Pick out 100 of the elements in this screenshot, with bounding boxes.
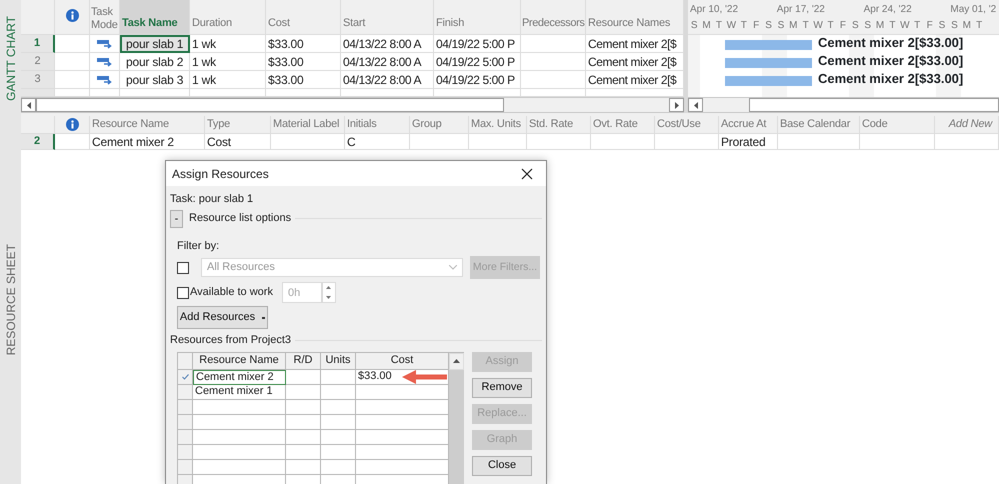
add-resources-button[interactable]: Add Resources: [177, 306, 268, 329]
view-tab[interactable]: RESOURCE SHEET: [2, 244, 20, 356]
table-cell[interactable]: [286, 370, 321, 384]
collapse-button[interactable]: -: [170, 210, 183, 228]
header-cell[interactable]: [21, 116, 55, 134]
table-cell[interactable]: [193, 460, 286, 474]
horizontal-scrollbar[interactable]: [688, 97, 999, 113]
column-header[interactable]: Type: [205, 116, 271, 134]
table-cell[interactable]: [321, 384, 356, 400]
table-cell[interactable]: 04/13/22 8:00 A: [341, 71, 434, 89]
table-cell[interactable]: [55, 71, 90, 89]
table-cell[interactable]: [655, 134, 719, 150]
column-header[interactable]: Cost/Use: [655, 116, 719, 134]
table-cell[interactable]: C: [345, 134, 410, 150]
table-cell[interactable]: Cement mixer 2: [90, 134, 205, 150]
table-cell[interactable]: [271, 134, 345, 150]
table-cell[interactable]: [321, 400, 356, 414]
header-cell[interactable]: [55, 0, 90, 35]
table-cell[interactable]: 1 wk: [190, 53, 266, 71]
table-cell[interactable]: [193, 430, 286, 444]
table-cell[interactable]: pour slab 3: [120, 71, 190, 89]
table-cell[interactable]: pour slab 1: [120, 35, 190, 53]
column-header[interactable]: Group: [410, 116, 469, 134]
table-cell[interactable]: [860, 134, 935, 150]
column-header[interactable]: Max. Units: [469, 116, 527, 134]
column-header[interactable]: Start: [341, 0, 434, 35]
column-header[interactable]: Base Calendar: [778, 116, 860, 134]
table-cell[interactable]: [286, 400, 321, 414]
column-header[interactable]: Code: [860, 116, 935, 134]
row-header[interactable]: [178, 430, 193, 444]
table-cell[interactable]: 04/19/22 5:00 P: [434, 53, 521, 71]
table-cell[interactable]: [321, 460, 356, 474]
scrollbar-thumb[interactable]: [36, 98, 504, 112]
table-cell[interactable]: [90, 71, 120, 89]
table-cell[interactable]: [321, 414, 356, 430]
scrollbar-thumb[interactable]: [749, 98, 999, 112]
row-number[interactable]: 2: [21, 53, 55, 71]
table-cell[interactable]: Cement mixer 1: [193, 384, 286, 400]
table-cell[interactable]: [193, 444, 286, 460]
dialog-button[interactable]: Close: [472, 456, 532, 476]
table-cell[interactable]: [55, 53, 90, 71]
column-header[interactable]: Std. Rate: [527, 116, 591, 134]
spin-buttons[interactable]: [322, 282, 336, 303]
table-cell[interactable]: Cement mixer 2: [193, 370, 286, 384]
table-cell[interactable]: [321, 370, 356, 384]
column-header[interactable]: Finish: [434, 0, 521, 35]
table-cell[interactable]: [193, 414, 286, 430]
vertical-scrollbar[interactable]: [449, 352, 464, 484]
column-header[interactable]: Ovt. Rate: [591, 116, 655, 134]
table-cell[interactable]: pour slab 2: [120, 53, 190, 71]
row-header[interactable]: [178, 400, 193, 414]
table-cell[interactable]: $33.00: [266, 53, 341, 71]
table-cell[interactable]: [778, 134, 860, 150]
table-cell[interactable]: Prorated: [719, 134, 778, 150]
scroll-left-button[interactable]: [688, 98, 703, 112]
row-header[interactable]: [178, 414, 193, 430]
table-cell[interactable]: [286, 444, 321, 460]
dialog-button[interactable]: Remove: [472, 378, 532, 398]
table-cell[interactable]: [521, 53, 586, 71]
table-cell[interactable]: [469, 134, 527, 150]
table-cell[interactable]: [521, 35, 586, 53]
table-cell[interactable]: [55, 134, 90, 150]
column-header[interactable]: Units: [321, 352, 356, 370]
task-bar[interactable]: [725, 76, 812, 86]
row-header[interactable]: [178, 460, 193, 474]
table-cell[interactable]: [286, 430, 321, 444]
column-header[interactable]: Initials: [345, 116, 410, 134]
table-cell[interactable]: [55, 35, 90, 53]
header-cell[interactable]: [55, 116, 90, 134]
table-cell[interactable]: [410, 134, 469, 150]
column-header[interactable]: Cost: [356, 352, 449, 370]
table-cell[interactable]: [286, 460, 321, 474]
header-cell[interactable]: [21, 0, 55, 35]
table-cell[interactable]: [90, 53, 120, 71]
column-header[interactable]: Material Label: [271, 116, 345, 134]
row-number[interactable]: 3: [21, 71, 55, 89]
header-cell[interactable]: [178, 352, 193, 370]
horizontal-scrollbar[interactable]: [21, 97, 684, 113]
table-cell[interactable]: [521, 71, 586, 89]
checkbox[interactable]: [177, 286, 189, 298]
task-bar[interactable]: [725, 58, 812, 68]
row-header[interactable]: [178, 384, 193, 400]
column-header[interactable]: R/D: [286, 352, 321, 370]
row-header[interactable]: [178, 370, 193, 384]
table-cell[interactable]: [935, 134, 999, 150]
table-cell[interactable]: 04/19/22 5:00 P: [434, 71, 521, 89]
table-cell[interactable]: $33.00: [266, 71, 341, 89]
row-number[interactable]: 2: [21, 134, 55, 150]
column-header[interactable]: Task Mode: [90, 0, 120, 35]
table-cell[interactable]: 1 wk: [190, 35, 266, 53]
table-cell[interactable]: 04/13/22 8:00 A: [341, 53, 434, 71]
table-cell[interactable]: [193, 400, 286, 414]
column-header[interactable]: Resource Name: [90, 116, 205, 134]
table-cell[interactable]: 04/19/22 5:00 P: [434, 35, 521, 53]
table-cell[interactable]: [321, 444, 356, 460]
column-header[interactable]: Add New: [935, 116, 999, 134]
table-cell[interactable]: [321, 430, 356, 444]
row-header[interactable]: [178, 444, 193, 460]
column-header[interactable]: Task Name: [120, 0, 190, 35]
scroll-up-button[interactable]: [449, 352, 464, 370]
